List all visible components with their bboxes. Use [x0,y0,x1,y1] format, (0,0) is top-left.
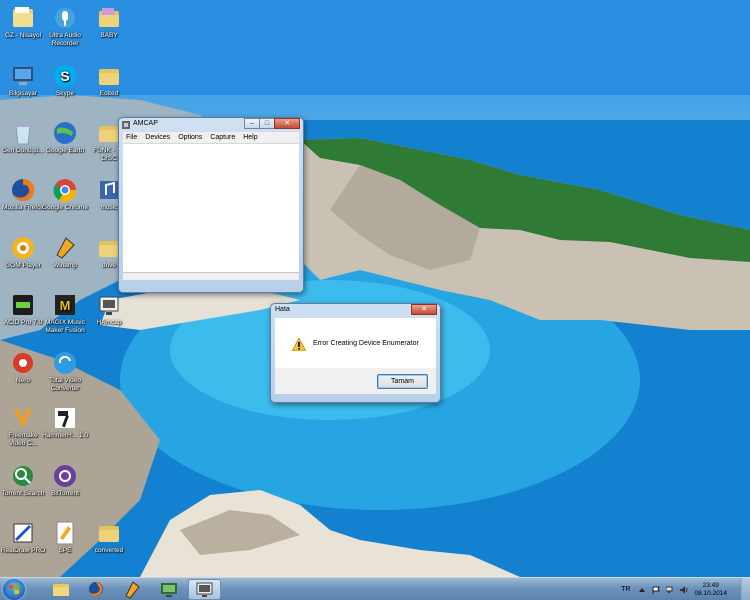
desktop-icon-freemake[interactable]: Freemake Video C... [0,405,46,448]
winamp-icon [56,237,75,259]
start-button[interactable] [3,579,25,600]
error-dialog-titlebar[interactable]: Hata ✕ [271,304,440,318]
realdraw-icon [13,523,33,543]
clock-date: 08.10.2014 [694,589,727,597]
volume-icon[interactable] [680,585,688,594]
desktop-icon-converted[interactable]: converted [86,520,132,555]
desktop-icon-chrome[interactable]: Google Chrome [42,177,88,212]
taskbar-winamp[interactable] [116,579,149,600]
freemake-icon [14,409,32,428]
video-converter-icon [54,352,76,374]
amcap-preview-area [123,144,299,272]
menu-capture[interactable]: Capture [210,134,235,141]
desktop-icon-recycle-bin[interactable]: Geri Dönüşü... [0,120,46,155]
magix-icon: M [55,295,75,315]
folder-icon [13,7,33,27]
taskbar-amcap[interactable] [188,579,221,600]
desktop-icon-ultra-audio-recorder[interactable]: Ultra Audio Recorder [42,5,88,48]
nero-icon [13,353,33,373]
desktop-icon-firefox[interactable]: Mozilla Firefox [0,177,46,212]
gom-player-icon [12,237,34,259]
folder-icon [99,8,119,27]
minimize-button[interactable]: – [244,118,260,129]
audio-recorder-icon [55,8,75,28]
torrent-search-icon [13,466,33,486]
desktop-icon-hamcap[interactable]: HAmcap [86,292,132,327]
desktop-icon-google-earth[interactable]: Google Earth [42,120,88,155]
chrome-icon [53,179,77,202]
menu-devices[interactable]: Devices [145,134,170,141]
acid-pro-icon [13,295,33,315]
amcap-icon [196,582,213,597]
google-earth-icon [54,122,76,144]
taskbar-firefox[interactable] [80,579,113,600]
hammer-icon [55,408,75,428]
desktop-icon-gom-player[interactable]: GOM Player [0,235,46,270]
network-icon[interactable] [666,586,674,594]
taskbar: TR 23:49 08.10.2014 [0,577,750,600]
menu-help[interactable]: Help [243,134,257,141]
skype-icon: S [54,65,76,87]
desktop-icon-hammer[interactable]: HammerH... 1.0 [42,405,88,440]
show-desktop-button[interactable] [741,578,750,600]
desktop-icon-realdraw[interactable]: RealDraw PRO [0,520,46,555]
close-button[interactable]: ✕ [274,118,300,129]
language-indicator[interactable]: TR [621,586,630,593]
amcap-window[interactable]: AMCAP – □ ✕ File Devices Options Capture… [118,117,304,293]
amcap-menubar: File Devices Options Capture Help [123,132,299,144]
ok-button[interactable]: Tamam [377,374,428,389]
error-dialog-title: Hata [275,306,290,313]
desktop-icon-winamp[interactable]: Winamp [42,235,88,270]
error-message: Error Creating Device Enumerator [313,340,419,347]
desktop-icon-edited[interactable]: Edited [86,63,132,98]
desktop-icon-bilgisayar[interactable]: Bilgisayar [0,63,46,98]
bittorrent-icon [54,465,76,487]
error-dialog-footer: Tamam [275,368,436,394]
winamp-icon [125,581,140,599]
amcap-app-icon [122,121,130,129]
svg-text:M: M [60,298,71,313]
firefox-icon [12,178,35,201]
desktop-icon-baby[interactable]: BABY [86,5,132,40]
action-center-flag-icon[interactable] [652,586,661,594]
explorer-icon [53,584,69,596]
show-hidden-icons-icon[interactable] [638,586,646,594]
amcap-titlebar[interactable]: AMCAP – □ ✕ [119,118,303,132]
amcap-title: AMCAP [133,120,158,127]
desktop-icon-skype[interactable]: S Skype [42,63,88,98]
computer-icon [13,67,33,85]
desktop-icon-spe[interactable]: SPE [42,520,88,555]
amcap-icon [99,296,119,315]
svg-text:S: S [60,68,69,84]
maximize-button[interactable]: □ [259,118,275,129]
desktop-icon-total-video-converter[interactable]: Total Video Converter [42,350,88,393]
desktop-icon-bittorrent[interactable]: BitTorrent [42,463,88,498]
menu-options[interactable]: Options [178,134,202,141]
monitor-app-icon [161,583,177,597]
desktop-icon-magix[interactable]: M MAGIX Music Maker Fusion [42,292,88,335]
firefox-icon [89,582,103,596]
error-dialog[interactable]: Hata ✕ Error Creating Device Enumerator … [270,303,441,403]
error-dialog-body: Error Creating Device Enumerator [275,318,436,368]
taskbar-explorer[interactable] [44,579,77,600]
clock[interactable]: 23:49 08.10.2014 [694,582,727,598]
system-tray: TR 23:49 08.10.2014 [621,578,741,600]
recycle-bin-icon [15,124,31,145]
warning-icon [292,338,306,351]
folder-icon [99,526,119,542]
dialog-close-button[interactable]: ✕ [411,304,437,315]
taskbar-monitor-app[interactable] [152,579,185,600]
spe-icon [56,521,74,545]
amcap-status-bar [123,272,299,280]
clock-time: 23:49 [702,581,719,589]
desktop-icon-gz-nisayol[interactable]: GZ - Nisayol [0,5,46,40]
windows-logo-icon [9,585,19,594]
menu-file[interactable]: File [126,134,137,141]
folder-icon [99,69,119,85]
desktop-icon-acid-pro[interactable]: ACID Pro 7.0 [0,292,46,327]
desktop-icon-torrent-search[interactable]: Torrent Search [0,463,46,498]
desktop-icon-nero[interactable]: Nero [0,350,46,385]
